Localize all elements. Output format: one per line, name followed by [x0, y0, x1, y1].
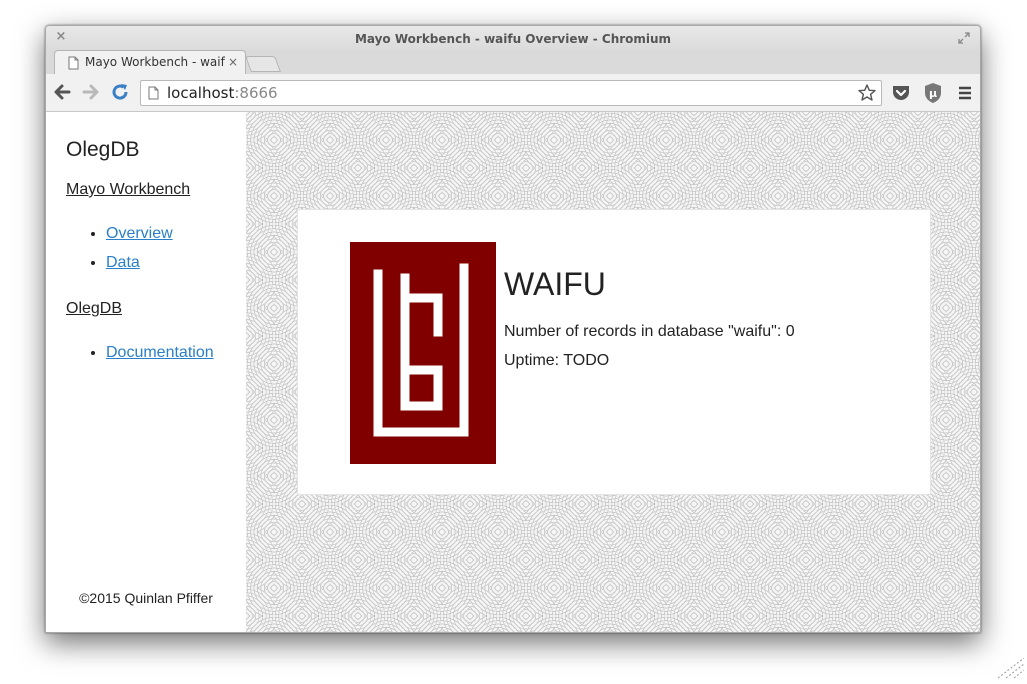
back-arrow-icon[interactable] [52, 82, 72, 102]
sidebar-list-workbench: Overview Data [66, 224, 173, 282]
sidebar-item-documentation: Documentation [106, 343, 214, 372]
ublock-icon[interactable]: μ [922, 82, 944, 104]
pocket-icon[interactable] [890, 82, 912, 104]
sidebar-heading-mayo-workbench[interactable]: Mayo Workbench [66, 181, 190, 199]
reload-icon[interactable] [110, 82, 130, 102]
overview-link[interactable]: Overview [106, 225, 173, 242]
tab-title: Mayo Workbench - waifu [85, 55, 225, 69]
sidebar-heading-olegdb[interactable]: OlegDB [66, 300, 122, 318]
browser-window: × Mayo Workbench - waifu Overview - Chro… [45, 25, 981, 633]
url-text: localhost:8666 [167, 84, 278, 102]
new-tab-button[interactable] [245, 56, 281, 72]
tab-active[interactable]: Mayo Workbench - waifu × [54, 50, 246, 74]
hamburger-menu-icon[interactable] [954, 82, 976, 104]
page-content: OlegDB Mayo Workbench Overview Data Oleg… [46, 112, 980, 632]
page-icon [68, 56, 79, 70]
uptime-text: Uptime: TODO [504, 352, 610, 369]
address-bar[interactable]: localhost:8666 [140, 80, 882, 106]
olegdb-logo [350, 242, 496, 464]
documentation-link[interactable]: Documentation [106, 344, 214, 361]
copyright-text: ©2015 Quinlan Pfiffer [79, 590, 213, 606]
sidebar-brand: OlegDB [66, 138, 140, 161]
forward-arrow-icon[interactable] [81, 82, 101, 102]
data-link[interactable]: Data [106, 254, 140, 271]
maximize-icon[interactable] [958, 32, 970, 44]
toolbar: localhost:8666 μ [46, 74, 980, 112]
url-host: localhost [167, 84, 235, 102]
overview-card: WAIFU Number of records in database "wai… [297, 209, 931, 495]
record-count-text: Number of records in database "waifu": 0 [504, 323, 795, 340]
title-bar: × Mayo Workbench - waifu Overview - Chro… [46, 26, 980, 52]
sidebar: OlegDB Mayo Workbench Overview Data Oleg… [46, 112, 246, 632]
url-port: :8666 [234, 84, 278, 102]
sidebar-list-olegdb: Documentation [66, 343, 214, 372]
star-icon[interactable] [857, 83, 877, 103]
database-title: WAIFU [504, 266, 606, 302]
resize-grip-icon [997, 657, 1025, 679]
svg-text:μ: μ [929, 87, 937, 100]
sidebar-item-overview: Overview [106, 224, 173, 253]
window-title: Mayo Workbench - waifu Overview - Chromi… [354, 32, 672, 46]
tab-close-button[interactable]: × [228, 55, 238, 69]
sidebar-item-data: Data [106, 253, 173, 282]
tab-strip: Mayo Workbench - waifu × [46, 50, 980, 74]
page-icon [148, 86, 159, 100]
